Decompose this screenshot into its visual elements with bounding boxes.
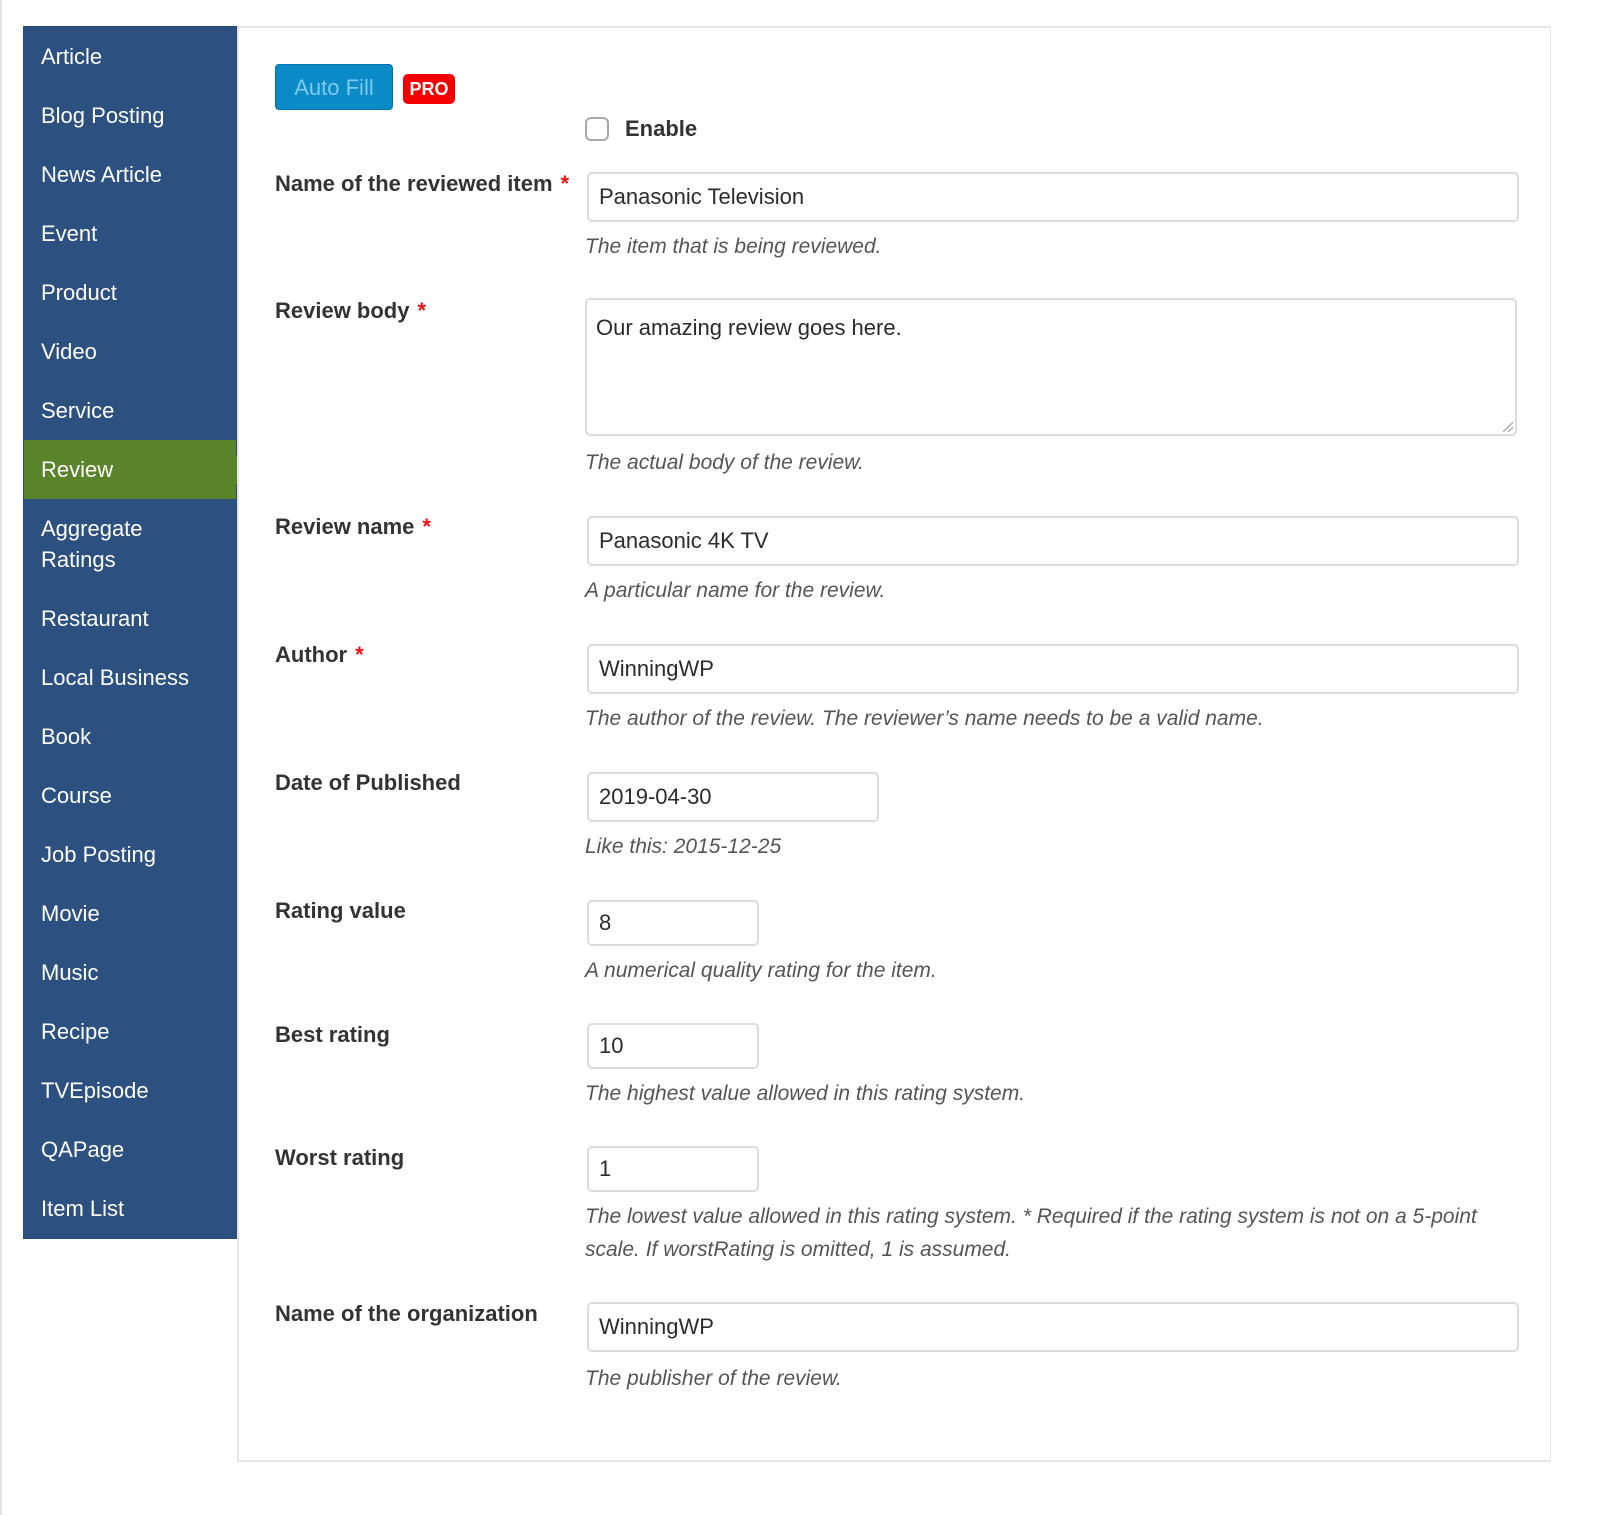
item-name-help: The item that is being reviewed. xyxy=(585,235,882,258)
review-name-label: Review name * xyxy=(275,514,431,540)
review-name-help: A particular name for the review. xyxy=(585,579,886,602)
organization-input[interactable]: WinningWP xyxy=(587,1302,1519,1352)
page-edge xyxy=(0,0,2,1515)
review-body-help: The actual body of the review. xyxy=(585,451,864,474)
sidebar-item-local-business[interactable]: Local Business xyxy=(24,648,236,707)
organization-help: The publisher of the review. xyxy=(585,1367,842,1390)
rating-value-label: Rating value xyxy=(275,898,406,923)
sidebar-item-item-list[interactable]: Item List xyxy=(24,1179,236,1238)
sidebar-item-blog-posting[interactable]: Blog Posting xyxy=(24,86,236,145)
date-published-input[interactable]: 2019-04-30 xyxy=(587,772,879,822)
best-rating-help: The highest value allowed in this rating… xyxy=(585,1082,1026,1105)
best-rating-label: Best rating xyxy=(275,1022,390,1047)
sidebar-item-event[interactable]: Event xyxy=(24,204,236,263)
schema-type-sidebar: Article Blog Posting News Article Event … xyxy=(23,26,249,1239)
required-mark: * xyxy=(560,171,570,196)
enable-row: Enable xyxy=(585,114,697,144)
review-body-textarea[interactable]: Our amazing review goes here. xyxy=(585,298,1517,436)
sidebar-item-course[interactable]: Course xyxy=(24,766,236,825)
sidebar-item-news-article[interactable]: News Article xyxy=(24,145,236,204)
date-published-label: Date of Published xyxy=(275,770,461,795)
item-name-label: Name of the reviewed item * xyxy=(275,171,569,197)
best-rating-input[interactable]: 10 xyxy=(587,1023,759,1069)
sidebar-item-qapage[interactable]: QAPage xyxy=(24,1120,236,1179)
rating-value-help: A numerical quality rating for the item. xyxy=(585,959,937,982)
worst-rating-help: The lowest value allowed in this rating … xyxy=(585,1205,1477,1261)
required-mark: * xyxy=(417,298,427,323)
review-body-label-text: Review body xyxy=(275,298,410,323)
sidebar-item-job-posting[interactable]: Job Posting xyxy=(24,825,236,884)
review-name-label-text: Review name xyxy=(275,514,415,539)
rating-value-input[interactable]: 8 xyxy=(587,900,759,946)
review-body-label: Review body * xyxy=(275,298,426,324)
sidebar-item-review[interactable]: Review xyxy=(24,440,249,499)
sidebar-item-tvepisode[interactable]: TVEpisode xyxy=(24,1061,236,1120)
sidebar-item-restaurant[interactable]: Restaurant xyxy=(24,589,236,648)
author-input[interactable]: WinningWP xyxy=(587,644,1519,694)
sidebar-item-video[interactable]: Video xyxy=(24,322,236,381)
author-label-text: Author xyxy=(275,642,348,667)
pro-badge: PRO xyxy=(403,74,455,104)
resize-handle-icon[interactable] xyxy=(1503,422,1513,432)
enable-label: Enable xyxy=(625,116,698,141)
review-settings-panel: Auto Fill PRO Enable Name of the reviewe… xyxy=(237,26,1551,1462)
sidebar-item-book[interactable]: Book xyxy=(24,707,236,766)
sidebar-item-article[interactable]: Article xyxy=(24,27,236,86)
sidebar-item-recipe[interactable]: Recipe xyxy=(24,1002,236,1061)
date-published-help: Like this: 2015-12-25 xyxy=(585,835,782,858)
auto-fill-button[interactable]: Auto Fill xyxy=(275,64,393,110)
author-label: Author * xyxy=(275,642,364,668)
sidebar-item-aggregate-ratings[interactable]: Aggregate Ratings xyxy=(24,499,178,589)
worst-rating-label: Worst rating xyxy=(275,1145,405,1170)
item-name-label-text: Name of the reviewed item xyxy=(275,171,553,196)
review-name-input[interactable]: Panasonic 4K TV xyxy=(587,516,1519,566)
sidebar-item-music[interactable]: Music xyxy=(24,943,236,1002)
worst-rating-input[interactable]: 1 xyxy=(587,1146,759,1192)
required-mark: * xyxy=(422,514,431,539)
organization-label: Name of the organization xyxy=(275,1301,538,1326)
review-body-value: Our amazing review goes here. xyxy=(596,315,902,340)
required-mark: * xyxy=(355,642,364,667)
sidebar-item-product[interactable]: Product xyxy=(24,263,236,322)
sidebar-item-movie[interactable]: Movie xyxy=(24,884,236,943)
sidebar-item-service[interactable]: Service xyxy=(24,381,236,440)
enable-checkbox[interactable] xyxy=(585,117,609,141)
author-help: The author of the review. The reviewer’s… xyxy=(585,707,1264,730)
item-name-input[interactable]: Panasonic Television xyxy=(587,172,1519,222)
